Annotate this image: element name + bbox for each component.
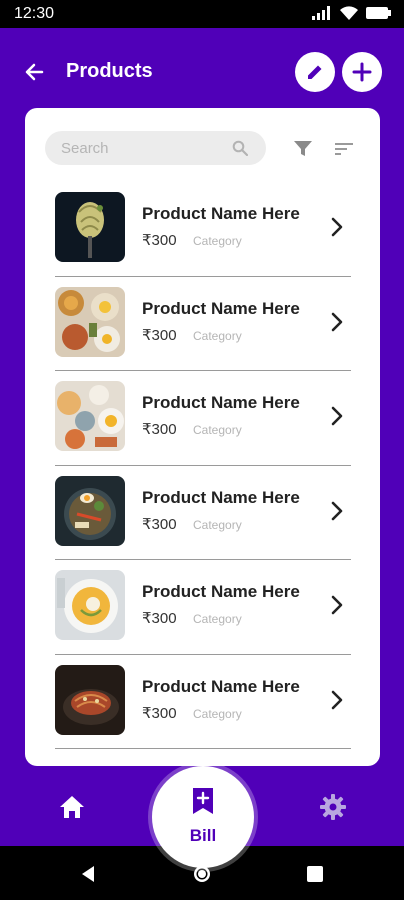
product-price: ₹300	[142, 232, 177, 249]
search-bar	[45, 131, 266, 165]
product-category: Category	[193, 234, 242, 248]
chevron-right-icon	[331, 406, 343, 426]
search-icon[interactable]	[232, 140, 248, 156]
chevron-right-icon	[331, 217, 343, 237]
product-image	[55, 192, 125, 262]
back-button[interactable]	[20, 58, 48, 86]
bill-label: Bill	[189, 826, 217, 845]
settings-gear-icon[interactable]	[319, 793, 347, 821]
product-image	[55, 475, 125, 546]
search-input[interactable]	[61, 131, 231, 165]
add-button[interactable]	[342, 52, 382, 92]
product-name: Product Name Here	[142, 204, 300, 223]
product-name: Product Name Here	[142, 676, 300, 696]
product-image	[55, 570, 125, 640]
status-bar: 12:30	[0, 0, 404, 28]
chevron-right-icon	[331, 690, 343, 709]
product-list-item[interactable]: Product Name Here ₹300 Category	[55, 655, 351, 749]
page-title: Products	[66, 60, 153, 82]
chevron-right-icon	[331, 595, 343, 615]
product-list-item[interactable]: Product Name Here ₹300 Category	[55, 371, 351, 466]
system-back-icon[interactable]	[80, 865, 96, 883]
home-icon[interactable]	[58, 793, 86, 821]
pencil-icon	[308, 65, 322, 79]
product-list-item[interactable]: Product Name Here ₹300 Category	[55, 466, 351, 560]
product-category: Category	[193, 706, 242, 721]
wifi-icon	[340, 6, 358, 20]
sort-icon[interactable]	[335, 141, 353, 157]
product-list: Product Name Here ₹300 Category Product …	[55, 182, 351, 749]
bottom-navigation: Bill	[0, 766, 404, 868]
system-recents-icon[interactable]	[306, 865, 324, 883]
bill-bookmark-icon	[193, 788, 213, 814]
back-arrow-icon	[25, 63, 44, 81]
bill-button[interactable]: Bill	[152, 766, 254, 868]
product-name: Product Name Here	[142, 582, 300, 601]
product-category: Category	[193, 517, 242, 532]
product-name: Product Name Here	[142, 487, 300, 507]
product-category: Category	[193, 423, 242, 437]
filter-icon[interactable]	[293, 139, 313, 159]
product-name: Product Name Here	[142, 393, 300, 412]
status-icons	[312, 6, 392, 20]
plus-icon	[352, 62, 372, 82]
product-list-item[interactable]: Product Name Here ₹300 Category	[55, 277, 351, 371]
product-image	[55, 664, 125, 735]
header: Products	[0, 28, 404, 108]
edit-button[interactable]	[295, 52, 335, 92]
product-image	[55, 286, 125, 357]
chevron-right-icon	[331, 312, 343, 331]
product-name: Product Name Here	[142, 298, 300, 318]
product-price: ₹300	[142, 326, 177, 344]
product-category: Category	[193, 328, 242, 343]
status-time: 12:30	[14, 5, 55, 22]
product-image	[55, 381, 125, 451]
product-price: ₹300	[142, 704, 177, 722]
product-list-item[interactable]: Product Name Here ₹300 Category	[55, 182, 351, 277]
product-list-item[interactable]: Product Name Here ₹300 Category	[55, 560, 351, 655]
product-price: ₹300	[142, 421, 177, 438]
products-card: Product Name Here ₹300 Category	[25, 108, 380, 766]
product-price: ₹300	[142, 515, 177, 533]
battery-icon	[366, 7, 391, 19]
signal-icon	[312, 6, 330, 20]
product-category: Category	[193, 612, 242, 626]
chevron-right-icon	[331, 501, 343, 520]
app-screen: Products Search Product Name Here ₹300 C…	[0, 28, 404, 868]
product-price: ₹300	[142, 610, 177, 627]
